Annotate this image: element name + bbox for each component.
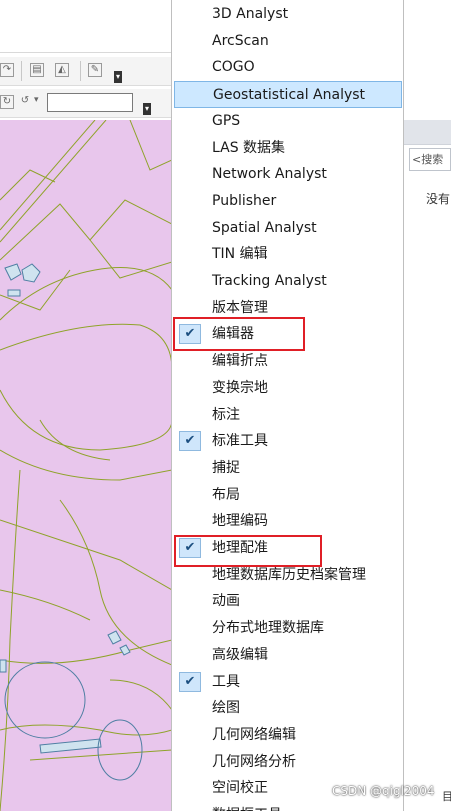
menu-item[interactable]: 3D Analyst [174,1,402,28]
menu-item-label: 绘图 [212,700,240,717]
menu-item-label: Network Analyst [212,166,327,183]
menu-item-label: 几何网络编辑 [212,726,296,743]
menu-item[interactable]: 地理编码 [174,508,402,535]
menu-item-label: 数据框工具 [212,802,282,811]
menu-item-label: 标注 [212,406,240,423]
menu-item[interactable]: COGO [174,54,402,81]
menu-item[interactable]: 编辑折点 [174,348,402,375]
menu-item[interactable]: ✔ 工具 [174,669,402,696]
menu-item[interactable]: 几何网络分析 [174,749,402,776]
menu-item-label: ArcScan [212,32,269,49]
redo-icon[interactable]: ↷ [0,63,14,77]
menu-item-label: 分布式地理数据库 [212,620,324,637]
chevron-down-icon[interactable]: ▾ [34,95,39,105]
layout-icon[interactable]: ◭ [55,63,69,77]
menu-item[interactable]: TIN 编辑 [174,241,402,268]
menu-item-label: Tracking Analyst [212,273,327,289]
catalog-bottom-label: 目 [442,790,451,803]
catalog-panel-toolbar [404,120,451,145]
toolbar-separator [80,61,81,81]
toolbar-separator [21,61,22,81]
menu-item-label: 几何网络分析 [212,753,296,770]
search-input[interactable]: <搜索 [409,148,451,171]
map-view[interactable] [0,120,172,811]
menu-item-label: 地理配准 [212,540,268,556]
menu-item[interactable]: 版本管理 [174,295,402,322]
menu-item[interactable]: ✔ 地理配准 [174,535,402,562]
menu-item-label: 动画 [212,593,240,610]
menu-item-label: 工具 [212,673,240,690]
scale-input[interactable] [47,93,133,112]
menu-item-label: COGO [212,59,255,76]
table-icon[interactable]: ▤ [30,63,44,77]
menu-item[interactable]: 捕捉 [174,455,402,482]
toolbars-context-menu: 3D Analyst ArcScan COGO Geostatistical Anal… [171,0,404,811]
menu-item-label: Spatial Analyst [212,219,317,236]
menu-item[interactable]: 布局 [174,482,402,509]
toolbar-row-1: ↷ ▤ ◭ ✎ ▾ [0,57,172,86]
toolbar-row-2: ↻ ↺ ▾ ▾ [0,89,172,118]
menu-item-label: Publisher [212,192,277,209]
checkmark-icon: ✔ [179,431,201,452]
menu-item-label: Geostatistical Analyst [213,87,366,104]
menu-item[interactable]: ✔ 编辑器 [174,321,402,348]
menu-item-label: 捕捉 [212,459,240,476]
menu-item[interactable]: 高级编辑 [174,642,402,669]
menu-item-label: GPS [212,112,241,129]
menu-item-label: TIN 编辑 [212,246,268,263]
watermark: CSDN @qigl2004 [332,784,435,798]
toolbar-options-icon[interactable]: ▾ [114,71,122,83]
menu-item[interactable]: 绘图 [174,695,402,722]
menu-item-label: 布局 [212,486,240,503]
menu-item[interactable]: Tracking Analyst [174,268,402,295]
menu-item[interactable]: LAS 数据集 [174,135,402,162]
menu-item-label: 变换宗地 [212,379,268,396]
menu-item-label: 编辑器 [212,326,254,343]
menu-item[interactable]: 地理数据库历史档案管理 [174,562,402,589]
menu-item[interactable]: 变换宗地 [174,375,402,402]
edit-icon[interactable]: ✎ [88,63,102,77]
menu-item[interactable]: ✔ 标准工具 [174,428,402,455]
toolbar-options-icon[interactable]: ▾ [143,103,151,115]
menu-item-label: 高级编辑 [212,646,268,663]
checkmark-icon: ✔ [179,671,201,692]
menu-item[interactable]: ArcScan [174,28,402,55]
menu-item-label: 版本管理 [212,299,268,316]
menu-item-label: 空间校正 [212,780,268,797]
menu-item-label: 地理数据库历史档案管理 [212,566,366,583]
menu-item[interactable]: Network Analyst [174,161,402,188]
rotate-dropdown-icon[interactable]: ↺ [18,95,32,109]
menu-item-label: 编辑折点 [212,353,268,370]
rotate-icon[interactable]: ↻ [0,95,14,109]
menu-item-label: 标准工具 [212,433,268,450]
menu-item[interactable]: Geostatistical Analyst [174,81,402,108]
map-window-titlebar [0,0,172,53]
menu-item[interactable]: 分布式地理数据库 [174,615,402,642]
menu-item[interactable]: Spatial Analyst [174,215,402,242]
map-features [0,120,172,811]
menu-item[interactable]: Publisher [174,188,402,215]
menu-item-label: LAS 数据集 [212,139,286,156]
menu-item[interactable]: GPS [174,108,402,135]
menu-item-label: 3D Analyst [212,6,289,22]
menu-item[interactable]: 动画 [174,588,402,615]
menu-item-label: 地理编码 [212,513,268,530]
catalog-message: 没有 [426,192,451,206]
checkmark-icon: ✔ [179,538,201,558]
menu-item[interactable]: 几何网络编辑 [174,722,402,749]
menu-item[interactable]: 标注 [174,402,402,429]
checkmark-icon: ✔ [179,324,201,345]
menu-item[interactable]: 数据框工具 [174,802,402,811]
